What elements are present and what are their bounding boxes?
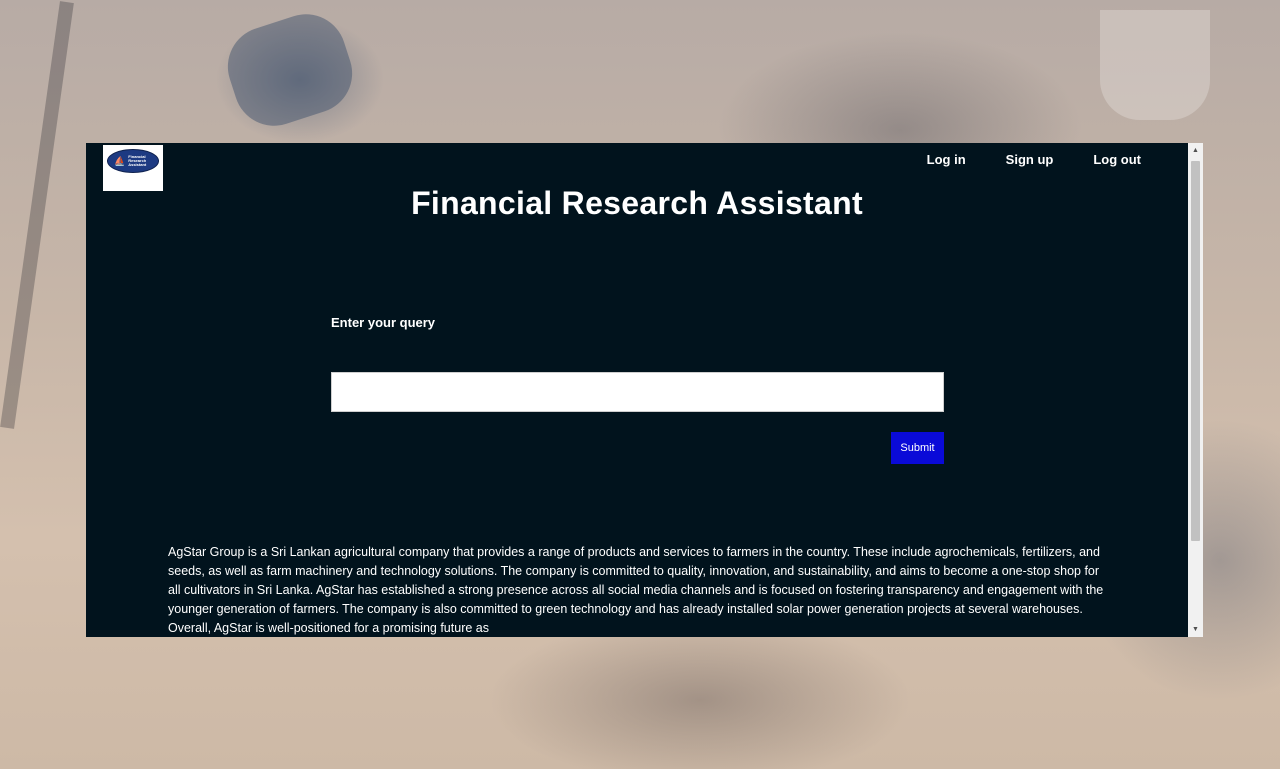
top-nav: Log in Sign up Log out bbox=[927, 152, 1141, 167]
app-window: ⛵ Financial Research Assistant Log in Si… bbox=[86, 143, 1203, 637]
background-cup bbox=[1100, 10, 1210, 120]
scroll-thumb[interactable] bbox=[1191, 161, 1200, 541]
logout-link[interactable]: Log out bbox=[1093, 152, 1141, 167]
ship-icon: ⛵ bbox=[114, 155, 126, 166]
company-summary: AgStar Group is a Sri Lankan agricultura… bbox=[168, 545, 1104, 635]
page-title: Financial Research Assistant bbox=[411, 185, 863, 221]
scroll-up-arrow-icon[interactable]: ▲ bbox=[1188, 143, 1203, 158]
page-content: ⛵ Financial Research Assistant Log in Si… bbox=[86, 143, 1188, 637]
signup-link[interactable]: Sign up bbox=[1006, 152, 1054, 167]
query-input[interactable] bbox=[331, 372, 944, 412]
query-label: Enter your query bbox=[331, 315, 436, 330]
scroll-down-arrow-icon[interactable]: ▼ bbox=[1188, 622, 1203, 637]
logo-text: Financial Research Assistant bbox=[128, 154, 147, 167]
submit-button[interactable]: Submit bbox=[891, 432, 944, 464]
logo-badge: ⛵ Financial Research Assistant bbox=[107, 149, 159, 173]
login-link[interactable]: Log in bbox=[927, 152, 966, 167]
vertical-scrollbar[interactable]: ▲ ▼ bbox=[1188, 143, 1203, 637]
